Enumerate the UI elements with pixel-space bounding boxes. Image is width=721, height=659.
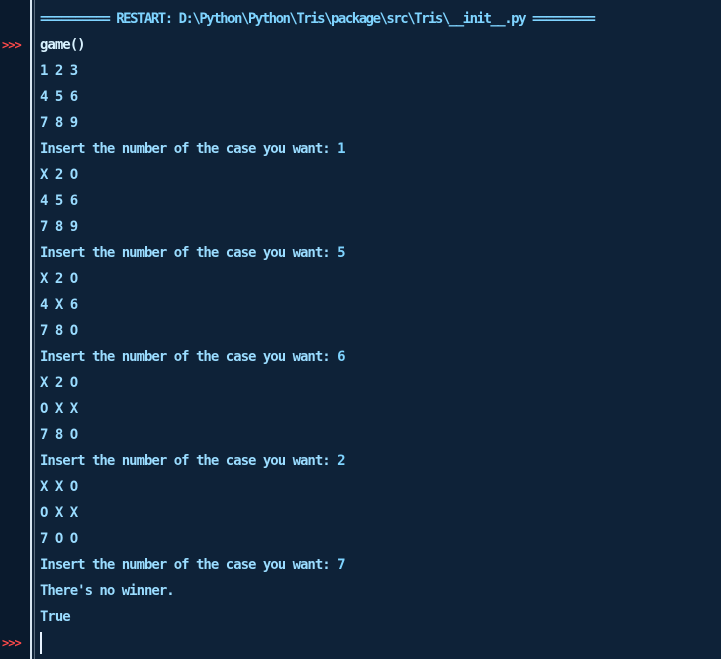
input-prompt-text: Insert the number of the case you want:	[40, 141, 338, 157]
command-line: game()	[40, 37, 86, 53]
user-answer: 6	[337, 349, 346, 365]
output-line: 7 O O	[40, 531, 78, 547]
output-line: 7 8 O	[40, 323, 78, 339]
user-answer: 1	[337, 141, 346, 157]
user-answer: 2	[337, 453, 346, 469]
output-line: O X X	[40, 401, 78, 417]
input-prompt-line: Insert the number of the case you want: …	[40, 344, 721, 370]
gutter-divider-inner	[34, 0, 35, 659]
shell-prompt-current: >>>	[2, 636, 22, 650]
user-answer: 5	[337, 245, 346, 261]
output-line: X 2 O	[40, 167, 78, 183]
user-answer: 7	[337, 557, 346, 573]
text-cursor[interactable]	[40, 632, 42, 654]
output-line: X 2 O	[40, 271, 78, 287]
gutter-divider	[30, 0, 32, 659]
input-prompt-line: Insert the number of the case you want: …	[40, 136, 721, 162]
input-prompt-line: Insert the number of the case you want: …	[40, 448, 721, 474]
output-line: 7 8 9	[40, 115, 78, 131]
output-line: 1 2 3	[40, 63, 78, 79]
restart-banner: ========== RESTART: D:\Python\Python\Tri…	[40, 11, 596, 27]
input-prompt-line: Insert the number of the case you want: …	[40, 240, 721, 266]
output-line: X X O	[40, 479, 78, 495]
return-value-line: True	[40, 609, 71, 625]
shell-output[interactable]: ========== RESTART: D:\Python\Python\Tri…	[40, 6, 721, 630]
python-shell-window: >>> >>> ========== RESTART: D:\Python\Py…	[0, 0, 721, 659]
output-line: 4 5 6	[40, 193, 78, 209]
output-line: X 2 O	[40, 375, 78, 391]
prompt-gutter	[0, 0, 30, 659]
output-line: O X X	[40, 505, 78, 521]
input-prompt-text: Insert the number of the case you want:	[40, 557, 338, 573]
output-line: There's no winner.	[40, 583, 175, 599]
input-prompt-line: Insert the number of the case you want: …	[40, 552, 721, 578]
output-line: 7 8 O	[40, 427, 78, 443]
output-line: 4 X 6	[40, 297, 78, 313]
shell-prompt: >>>	[2, 38, 22, 52]
output-line: 4 5 6	[40, 89, 78, 105]
input-prompt-text: Insert the number of the case you want:	[40, 245, 338, 261]
input-prompt-text: Insert the number of the case you want:	[40, 349, 338, 365]
input-prompt-text: Insert the number of the case you want:	[40, 453, 338, 469]
output-line: 7 8 9	[40, 219, 78, 235]
